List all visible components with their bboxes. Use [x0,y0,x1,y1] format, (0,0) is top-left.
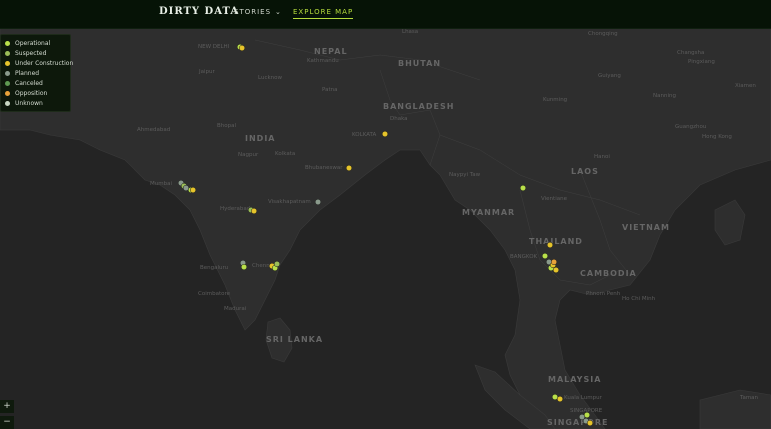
city-label: Mumbai [150,181,172,187]
country-label: CAMBODIA [580,269,637,278]
legend-label: Opposition [15,90,48,97]
city-label: Madurai [224,306,247,312]
city-label: Kuala Lumpur [564,395,603,401]
plant-marker[interactable] [586,419,594,427]
city-label: Naypyi Taw [449,172,481,178]
status-legend: Operational Suspected Under Construction… [0,34,73,112]
plant-marker[interactable] [552,266,560,274]
city-label: Bhubaneswar [305,165,343,171]
zoom-in-button[interactable]: + [0,400,14,413]
zoom-out-button[interactable]: − [0,416,14,429]
plant-marker[interactable] [273,260,281,268]
city-label: Lucknow [258,75,283,81]
city-label: KOLKATA [352,132,376,138]
country-label: SINGAPORE [547,418,608,427]
city-label: Nanning [653,93,676,99]
country-label: MALAYSIA [548,375,601,384]
city-label: Visakhapatnam [268,199,311,205]
nav-explore-map[interactable]: EXPLORE MAP [293,8,354,19]
city-label: BANGKOK [510,254,538,260]
plant-marker[interactable] [314,198,322,206]
legend-swatch [5,51,10,56]
map-canvas[interactable]: NEPAL BHUTAN BANGLADESH INDIA MYANMAR LA… [0,0,771,429]
city-label: Guiyang [598,73,621,79]
legend-item[interactable]: Planned [5,69,39,78]
legend-label: Suspected [15,50,47,57]
chevron-down-icon: ⌄ [275,8,282,16]
city-label: Ho Chi Minh [622,296,656,302]
legend-swatch [5,101,10,106]
city-label: Jaipur [198,69,215,75]
nav-stories-label: STORIES [234,8,272,16]
city-label: Phnom Penh [586,291,621,297]
plant-marker[interactable] [238,44,246,52]
country-label: THAILAND [529,237,583,246]
city-label: Vientiane [541,196,568,202]
city-label: NEW DELHI [198,44,230,50]
nav-stories-menu[interactable]: STORIES ⌄ [234,8,282,16]
country-label: LAOS [571,167,599,176]
city-label: Bhopal [217,123,236,129]
plant-marker[interactable] [519,184,527,192]
city-label: Guangzhou [675,124,706,130]
legend-swatch [5,61,10,66]
plant-marker[interactable] [381,130,389,138]
top-navigation-bar: DIRTY DATA STORIES ⌄ EXPLORE MAP [0,0,771,29]
city-label: Changsha [677,50,704,56]
legend-swatch [5,71,10,76]
plant-marker[interactable] [556,395,564,403]
city-label: Coimbatore [198,291,231,297]
city-label: Kolkata [275,151,295,157]
legend-swatch [5,41,10,46]
plant-marker[interactable] [250,207,258,215]
city-label: Kathmandu [307,58,339,64]
country-label: BANGLADESH [383,102,454,111]
plant-marker[interactable] [541,252,549,260]
legend-label: Unknown [15,100,43,107]
country-label: MYANMAR [462,208,515,217]
country-label: INDIA [245,134,275,143]
plant-marker[interactable] [345,164,353,172]
city-label: Chongqing [588,31,618,37]
plant-marker[interactable] [546,241,554,249]
plant-marker[interactable] [189,186,197,194]
city-label: Dhaka [390,116,408,122]
city-label: Xiamen [735,83,756,89]
legend-item[interactable]: Suspected [5,49,46,58]
legend-swatch [5,81,10,86]
city-label: Hyderabad [220,206,250,212]
legend-swatch [5,91,10,96]
city-label: Bengaluru [200,265,228,271]
country-label: SRI LANKA [266,335,323,344]
city-label: Patna [322,87,337,93]
plant-marker[interactable] [182,184,190,192]
legend-item[interactable]: Opposition [5,89,47,98]
legend-item[interactable]: Under Construction [5,59,73,68]
country-label: VIETNAM [622,223,670,232]
city-label: Lhasa [402,29,418,35]
country-label: NEPAL [314,47,348,56]
legend-label: Operational [15,40,51,47]
plant-marker[interactable] [240,263,248,271]
city-label: Pingxiang [688,59,715,65]
legend-item[interactable]: Canceled [5,79,43,88]
legend-item[interactable]: Unknown [5,99,43,108]
country-label: BHUTAN [398,59,441,68]
city-label: Nagpur [238,152,259,158]
legend-item[interactable]: Operational [5,39,50,48]
city-label: Kunming [543,97,567,103]
brand-logo[interactable]: DIRTY DATA [159,6,239,17]
city-label: Hong Kong [702,134,732,140]
city-label: Hanoi [594,154,610,160]
legend-label: Under Construction [15,60,74,67]
city-label: Taman [739,395,759,401]
plant-marker[interactable] [583,411,591,419]
plant-marker[interactable] [550,258,558,266]
legend-label: Canceled [15,80,43,87]
city-label: Ahmedabad [137,127,170,133]
legend-label: Planned [15,70,40,77]
